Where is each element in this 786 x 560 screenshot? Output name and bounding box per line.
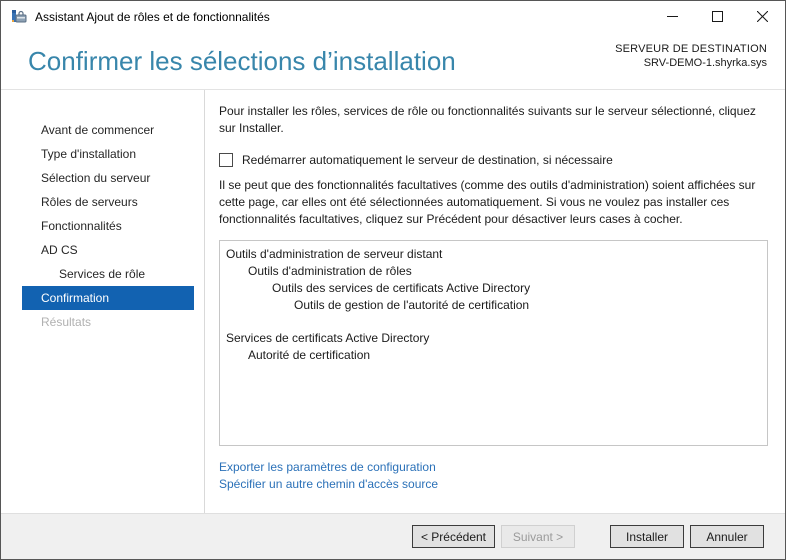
tree-spacer [220, 314, 767, 330]
nav-item-ad-cs[interactable]: AD CS [22, 238, 194, 262]
page-title: Confirmer les sélections d’installation [28, 46, 456, 77]
confirmation-page: Pour installer les rôles, services de rô… [205, 90, 785, 513]
next-button: Suivant > [501, 525, 575, 548]
close-button[interactable] [740, 1, 785, 32]
wizard-footer: < Précédent Suivant > Installer Annuler [1, 513, 785, 559]
export-settings-link[interactable]: Exporter les paramètres de configuration [219, 459, 768, 476]
nav-item-fonctionnalites[interactable]: Fonctionnalités [22, 214, 194, 238]
wizard-header: Confirmer les sélections d’installation … [1, 32, 785, 90]
nav-item-avant-de-commencer[interactable]: Avant de commencer [22, 118, 194, 142]
wizard-body: Avant de commencer Type d'installation S… [1, 90, 785, 513]
minimize-button[interactable] [650, 1, 695, 32]
previous-button[interactable]: < Précédent [412, 525, 495, 548]
destination-server-name: SRV-DEMO-1.shyrka.sys [615, 56, 767, 70]
close-icon [757, 11, 768, 22]
tree-item: Outils des services de certificats Activ… [220, 280, 767, 297]
tree-item: Outils d'administration de rôles [220, 263, 767, 280]
destination-server-block: SERVEUR DE DESTINATION SRV-DEMO-1.shyrka… [615, 42, 767, 70]
window-controls [650, 1, 785, 32]
window-title: Assistant Ajout de rôles et de fonctionn… [35, 10, 650, 24]
nav-item-services-de-role[interactable]: Services de rôle [22, 262, 194, 286]
links-block: Exporter les paramètres de configuration… [219, 459, 768, 493]
nav-item-roles-serveurs[interactable]: Rôles de serveurs [22, 190, 194, 214]
restart-checkbox-row[interactable]: Redémarrer automatiquement le serveur de… [219, 153, 768, 167]
maximize-icon [712, 11, 723, 22]
nav-item-confirmation[interactable]: Confirmation [22, 286, 194, 310]
selected-items-listbox: Outils d'administration de serveur dista… [219, 240, 768, 446]
intro-text: Pour installer les rôles, services de rô… [219, 103, 768, 137]
restart-checkbox[interactable] [219, 153, 233, 167]
alternate-source-path-link[interactable]: Spécifier un autre chemin d'accès source [219, 476, 768, 493]
titlebar: Assistant Ajout de rôles et de fonctionn… [1, 1, 785, 32]
wizard-window: Assistant Ajout de rôles et de fonctionn… [0, 0, 786, 560]
tree-item: Services de certificats Active Directory [220, 330, 767, 347]
nav-item-selection-serveur[interactable]: Sélection du serveur [22, 166, 194, 190]
tree-item: Outils d'administration de serveur dista… [220, 246, 767, 263]
cancel-button[interactable]: Annuler [690, 525, 764, 548]
nav-item-resultats: Résultats [22, 310, 194, 334]
nav-item-type-installation[interactable]: Type d'installation [22, 142, 194, 166]
server-manager-icon [11, 9, 27, 25]
tree-item: Outils de gestion de l'autorité de certi… [220, 297, 767, 314]
maximize-button[interactable] [695, 1, 740, 32]
restart-checkbox-label: Redémarrer automatiquement le serveur de… [242, 153, 613, 167]
wizard-nav: Avant de commencer Type d'installation S… [1, 90, 205, 513]
install-button[interactable]: Installer [610, 525, 684, 548]
minimize-icon [667, 11, 678, 22]
optional-features-note: Il se peut que des fonctionnalités facul… [219, 177, 768, 228]
destination-server-label: SERVEUR DE DESTINATION [615, 42, 767, 56]
tree-item: Autorité de certification [220, 347, 767, 364]
